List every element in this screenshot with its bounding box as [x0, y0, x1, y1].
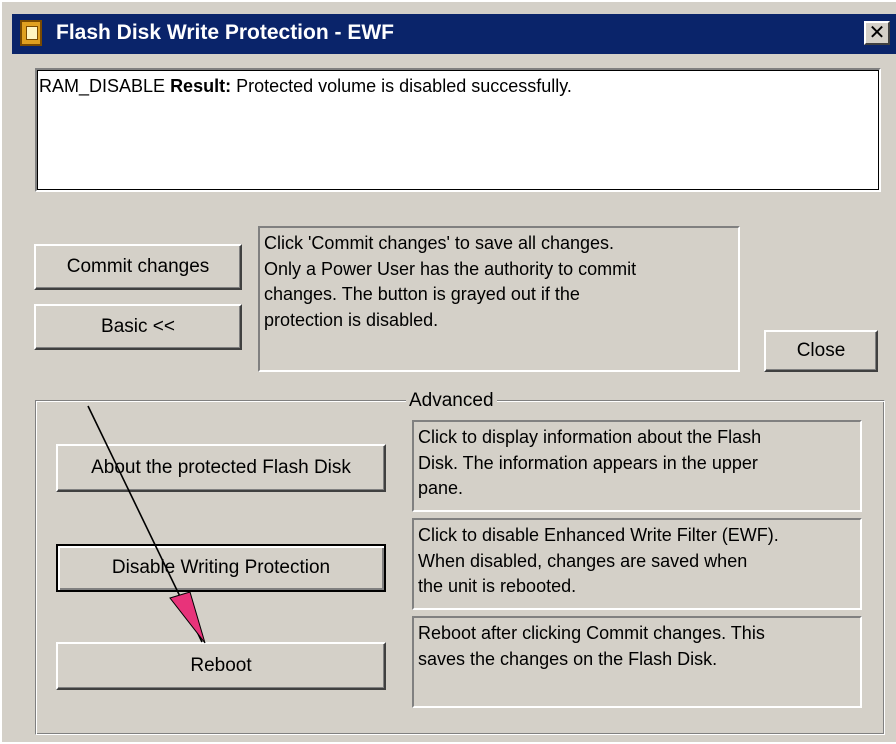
- about-help-line: pane.: [418, 478, 464, 498]
- commit-help-line: protection is disabled.: [264, 309, 439, 330]
- disable-help-line: When disabled, changes are saved when: [418, 550, 748, 571]
- window-title: Flash Disk Write Protection - EWF: [56, 21, 394, 44]
- disable-help-text: Click to disable Enhanced Write Filter (…: [412, 518, 862, 610]
- commit-help-line: Click 'Commit changes' to save all chang…: [264, 233, 615, 253]
- disable-help-line: the unit is rebooted.: [418, 576, 577, 596]
- about-help-text: Click to display information about the F…: [412, 420, 862, 512]
- reboot-help-text: Reboot after clicking Commit changes. Th…: [412, 616, 862, 708]
- title-bar[interactable]: Flash Disk Write Protection - EWF ✕: [12, 14, 896, 54]
- result-label: Result:: [170, 76, 232, 96]
- commit-help-line: Only a Power User has the authority to c…: [264, 258, 637, 279]
- reboot-help-line: saves the changes on the Flash Disk.: [418, 648, 718, 669]
- result-command: RAM_DISABLE: [39, 76, 166, 96]
- ewf-dialog: Flash Disk Write Protection - EWF ✕ RAM_…: [0, 0, 896, 742]
- reboot-button[interactable]: Reboot: [56, 642, 386, 690]
- reboot-help-line: Reboot after clicking Commit changes. Th…: [418, 623, 765, 643]
- result-message: Protected volume is disabled successfull…: [236, 76, 572, 96]
- close-button[interactable]: Close: [764, 330, 878, 372]
- commit-changes-button[interactable]: Commit changes: [34, 244, 242, 290]
- commit-help-line: changes. The button is grayed out if the: [264, 284, 580, 304]
- close-window-button[interactable]: ✕: [864, 21, 890, 45]
- advanced-group-label: Advanced: [406, 390, 497, 412]
- commit-help-text: Click 'Commit changes' to save all chang…: [258, 226, 740, 372]
- about-help-line: Disk. The information appears in the upp…: [418, 452, 758, 473]
- app-window-icon: [20, 20, 42, 46]
- result-pane: RAM_DISABLE Result: Protected volume is …: [35, 68, 881, 192]
- about-flash-disk-button[interactable]: About the protected Flash Disk: [56, 444, 386, 492]
- disable-help-line: Click to disable Enhanced Write Filter (…: [418, 525, 779, 545]
- basic-toggle-button[interactable]: Basic <<: [34, 304, 242, 350]
- disable-writing-protection-button[interactable]: Disable Writing Protection: [56, 544, 386, 592]
- about-help-line: Click to display information about the F…: [418, 427, 762, 447]
